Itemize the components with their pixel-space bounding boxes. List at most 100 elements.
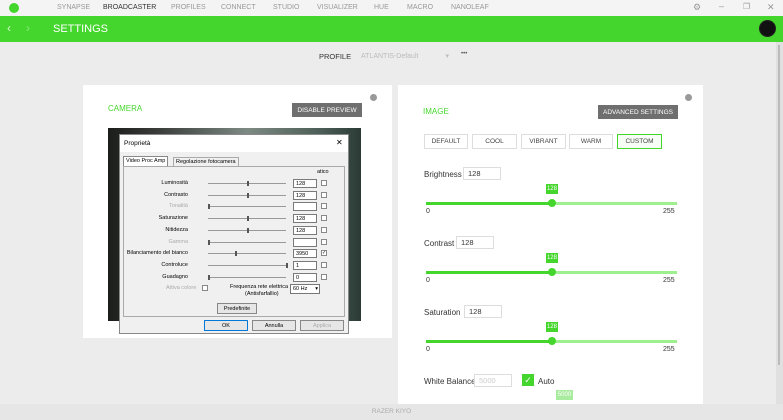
property-auto-checkbox[interactable]: [321, 273, 327, 280]
brightness-slider-fill: [426, 202, 552, 205]
saturation-slider-thumb[interactable]: [547, 337, 556, 345]
property-slider-thumb[interactable]: [208, 274, 210, 280]
preset-vibrant[interactable]: VIBRANT: [521, 134, 566, 149]
property-auto-checkbox[interactable]: [321, 226, 327, 233]
property-auto-checkbox[interactable]: [321, 203, 327, 210]
preset-default[interactable]: DEFAULT: [424, 134, 468, 149]
property-slider-thumb[interactable]: [235, 251, 238, 257]
property-label: Saturazione: [158, 215, 188, 222]
defaults-button[interactable]: Predefinite: [217, 303, 257, 314]
device-avatar[interactable]: [759, 20, 776, 37]
frequency-select[interactable]: 60 Hz ▾: [290, 284, 320, 294]
property-value-input[interactable]: [293, 237, 317, 247]
tab-camera-control[interactable]: Regolazione fotocamera: [173, 157, 239, 166]
back-arrow-icon[interactable]: ‹: [7, 21, 11, 35]
profile-label: PROFILE: [319, 52, 352, 61]
profile-dropdown[interactable]: ATLANTIS-Default ▾: [357, 49, 453, 63]
property-value-input[interactable]: 128: [293, 179, 317, 188]
property-slider-thumb[interactable]: [247, 192, 249, 198]
frequency-sublabel: (Antisfarfallio): [245, 291, 279, 297]
property-slider-thumb[interactable]: [286, 262, 288, 268]
property-auto-checkbox[interactable]: [321, 261, 327, 268]
dialog-close-icon[interactable]: ✕: [336, 138, 343, 147]
property-value-input[interactable]: [293, 202, 317, 212]
auto-header: atico: [317, 169, 329, 175]
white-balance-input[interactable]: 5000: [474, 374, 512, 387]
property-slider-thumb[interactable]: [247, 216, 249, 222]
help-icon[interactable]: [370, 94, 377, 101]
close-icon[interactable]: ✕: [767, 2, 775, 13]
property-slider-track[interactable]: [208, 206, 286, 208]
preset-custom[interactable]: CUSTOM: [617, 134, 662, 149]
property-auto-checkbox[interactable]: [321, 238, 327, 245]
property-slider-track[interactable]: [208, 276, 286, 278]
auto-checkbox[interactable]: ✓: [522, 374, 534, 386]
saturation-input[interactable]: 128: [464, 305, 502, 318]
chevron-down-icon: ▾: [315, 286, 318, 292]
property-slider-thumb[interactable]: [208, 204, 210, 210]
maximize-icon[interactable]: ❐: [743, 2, 750, 11]
property-auto-checkbox[interactable]: [321, 215, 327, 222]
advanced-settings-button[interactable]: ADVANCED SETTINGS: [598, 105, 678, 119]
nav-visualizer[interactable]: VISUALIZER: [317, 4, 358, 11]
saturation-label: Saturation: [424, 308, 461, 317]
razer-logo-icon[interactable]: [9, 3, 19, 13]
property-slider-thumb[interactable]: [247, 227, 249, 233]
preset-cool[interactable]: COOL: [472, 134, 517, 149]
ok-button[interactable]: OK: [204, 320, 248, 331]
preset-warm[interactable]: WARM: [569, 134, 613, 149]
contrast-slider-fill: [426, 271, 552, 274]
contrast-input[interactable]: 128: [456, 236, 494, 249]
forward-arrow-icon[interactable]: ›: [26, 21, 30, 35]
property-label: Contrasto: [164, 191, 188, 198]
property-auto-checkbox[interactable]: [321, 191, 327, 198]
tab-panel: atico Luminosità 128 Contrasto 128 Tonal…: [123, 166, 345, 317]
minimize-icon[interactable]: –: [719, 1, 724, 11]
property-value-input[interactable]: 3950: [293, 249, 317, 259]
property-slider-track[interactable]: [208, 253, 286, 255]
property-slider-track[interactable]: [208, 264, 286, 266]
property-value-input[interactable]: 128: [293, 214, 317, 224]
nav-macro[interactable]: MACRO: [407, 4, 433, 11]
brightness-input[interactable]: 128: [463, 167, 501, 180]
property-slider-track[interactable]: [208, 241, 286, 243]
frequency-value: 60 Hz: [293, 286, 308, 292]
dialog-title: Proprietà: [124, 140, 151, 147]
nav-hue[interactable]: HUE: [374, 4, 389, 11]
top-nav-bar: SYNAPSE BROADCASTER PROFILES CONNECT STU…: [0, 0, 783, 16]
nav-profiles[interactable]: PROFILES: [171, 4, 206, 11]
nav-nanoleaf[interactable]: NANOLEAF: [451, 4, 489, 11]
brightness-label: Brightness: [424, 170, 462, 179]
nav-synapse[interactable]: SYNAPSE: [57, 4, 90, 11]
nav-broadcaster[interactable]: BROADCASTER: [103, 4, 156, 11]
chevron-down-icon: ▾: [445, 53, 449, 60]
contrast-slider-thumb[interactable]: [547, 268, 556, 276]
auto-label: Auto: [538, 377, 555, 386]
property-slider-thumb[interactable]: [247, 181, 249, 186]
image-title: IMAGE: [423, 107, 449, 116]
tab-video-proc-amp[interactable]: Video Proc Amp: [123, 156, 169, 166]
property-label: Guadagno: [162, 273, 188, 280]
nav-studio[interactable]: STUDIO: [273, 4, 299, 11]
property-value-input[interactable]: 0: [293, 272, 317, 282]
apply-button[interactable]: Applica: [300, 320, 344, 331]
property-slider-thumb[interactable]: [208, 239, 210, 245]
property-value-input[interactable]: 128: [293, 225, 317, 235]
scrollbar[interactable]: [776, 42, 783, 404]
color-enable-checkbox[interactable]: [202, 285, 208, 291]
saturation-tooltip: 128: [545, 322, 558, 332]
help-icon[interactable]: [685, 94, 692, 101]
settings-gear-icon[interactable]: ⚙: [693, 2, 701, 13]
slider-max: 255: [663, 346, 675, 353]
brightness-slider-thumb[interactable]: [547, 199, 556, 207]
cancel-button[interactable]: Annulla: [252, 320, 296, 331]
property-value-input[interactable]: 1: [293, 260, 317, 270]
brightness-tooltip: 128: [545, 184, 558, 194]
property-auto-checkbox[interactable]: [321, 180, 327, 186]
profile-value: ATLANTIS-Default: [361, 52, 419, 60]
property-value-input[interactable]: 128: [293, 190, 317, 200]
property-auto-checkbox[interactable]: ✓: [321, 250, 327, 257]
disable-preview-button[interactable]: DISABLE PREVIEW: [292, 103, 362, 117]
profile-more-button[interactable]: •••: [461, 51, 467, 57]
nav-connect[interactable]: CONNECT: [221, 4, 256, 11]
